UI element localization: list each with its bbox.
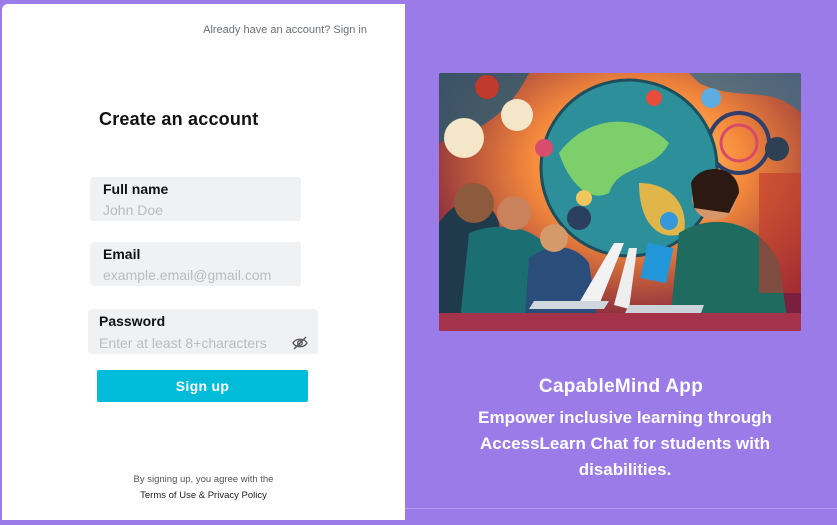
signin-link[interactable]: Already have an account? Sign in — [203, 24, 367, 36]
terms-link[interactable]: Terms of Use & Privacy Policy — [2, 490, 405, 501]
email-input[interactable] — [103, 266, 293, 284]
password-input[interactable] — [99, 334, 299, 352]
divider — [405, 508, 837, 509]
app-name: CapableMind App — [538, 376, 704, 397]
signup-panel: Already have an account? Sign in Create … — [2, 4, 405, 520]
eye-slash-icon[interactable] — [292, 336, 308, 350]
page-title: Create an account — [99, 109, 259, 129]
password-field[interactable]: Password — [88, 309, 318, 354]
full-name-label: Full name — [103, 181, 169, 197]
terms-notice: By signing up, you agree with the — [133, 474, 274, 485]
hero-illustration — [439, 73, 801, 331]
signup-screen: Already have an account? Sign in Create … — [0, 0, 837, 525]
email-label: Email — [103, 246, 141, 262]
full-name-input[interactable] — [103, 201, 293, 219]
signup-button[interactable]: Sign up — [97, 370, 308, 402]
password-label: Password — [99, 313, 166, 329]
email-field[interactable]: Email — [90, 242, 301, 286]
full-name-field[interactable]: Full name — [90, 177, 301, 221]
app-tagline: Empower inclusive learning through Acces… — [478, 408, 772, 479]
